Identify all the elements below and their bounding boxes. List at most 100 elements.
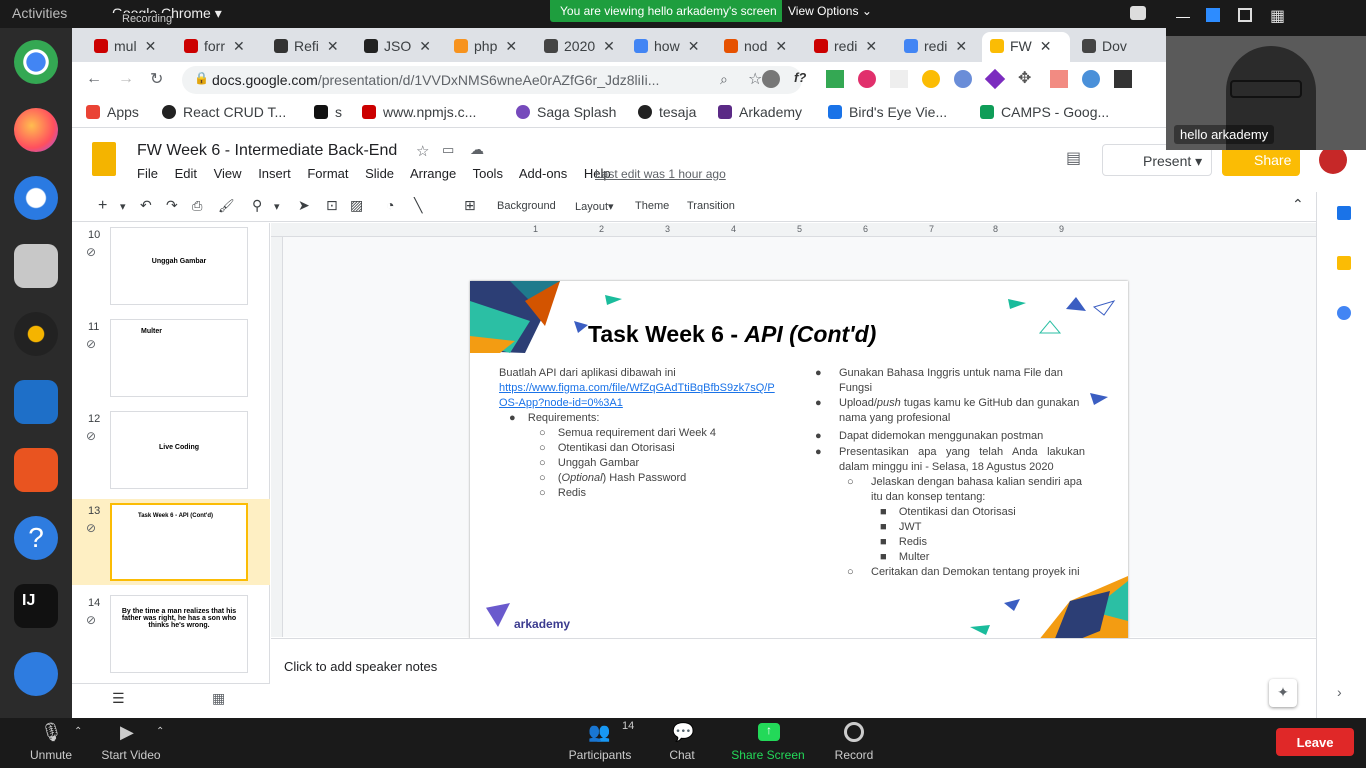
unmute-button[interactable]: 🎙 Unmute: [20, 718, 80, 768]
record-button[interactable]: Record: [828, 718, 880, 768]
software-icon[interactable]: [14, 448, 58, 492]
background-button[interactable]: Background: [497, 200, 556, 212]
menu-add-ons[interactable]: Add-ons: [519, 166, 567, 181]
menu-edit[interactable]: Edit: [175, 166, 197, 181]
chevron-up-icon[interactable]: ⌃: [74, 726, 82, 737]
menu-tools[interactable]: Tools: [473, 166, 503, 181]
close-icon[interactable]: ✕: [145, 38, 157, 54]
intellij-icon[interactable]: IJ: [14, 584, 58, 628]
calendar-icon[interactable]: [1337, 206, 1351, 220]
extension-icon[interactable]: [954, 70, 972, 88]
filmstrip-view-icon[interactable]: ☰: [112, 690, 125, 707]
bookmark-apps[interactable]: Apps: [86, 104, 139, 120]
menu-arrange[interactable]: Arrange: [410, 166, 456, 181]
slide-thumb-13[interactable]: Task Week 6 - API (Cont'd): [110, 503, 248, 581]
chevron-down-icon[interactable]: ▾: [120, 200, 126, 213]
close-icon[interactable]: ✕: [327, 38, 339, 54]
tasks-icon[interactable]: [1337, 306, 1351, 320]
select-icon[interactable]: ➤: [298, 197, 310, 214]
explore-icon[interactable]: ✦: [1269, 679, 1297, 707]
gallery-icon[interactable]: ▦: [1270, 6, 1285, 26]
tab-0[interactable]: mul ✕: [86, 32, 172, 62]
slide-thumb-11[interactable]: Multer: [110, 319, 248, 397]
chevron-right-icon[interactable]: ›: [1337, 684, 1342, 700]
chevron-down-icon[interactable]: ▾: [274, 200, 280, 213]
zoom-search-icon[interactable]: ⌕: [720, 71, 728, 88]
line-icon[interactable]: ╲: [414, 197, 422, 214]
chevron-up-icon[interactable]: ⌃: [156, 726, 164, 737]
slides-logo-icon[interactable]: [92, 142, 116, 176]
tab-4[interactable]: php ✕: [446, 32, 532, 62]
view-options-button[interactable]: View Options ⌄: [782, 0, 878, 22]
annotate-icon[interactable]: [14, 652, 58, 696]
bookmark-react-crud[interactable]: React CRUD T...: [162, 104, 286, 120]
close-icon[interactable]: ✕: [505, 38, 517, 54]
close-icon[interactable]: ✕: [955, 38, 967, 54]
close-icon[interactable]: ✕: [233, 38, 245, 54]
keep-icon[interactable]: [1337, 256, 1351, 270]
leave-button[interactable]: Leave: [1276, 728, 1354, 756]
bookmark-star-icon[interactable]: ☆: [748, 69, 762, 89]
tab-2[interactable]: Refi ✕: [266, 32, 352, 62]
minimize-icon[interactable]: —: [1176, 8, 1190, 24]
extension-icon[interactable]: [826, 70, 844, 88]
extension-icon[interactable]: [1050, 70, 1068, 88]
collapse-toolbar-icon[interactable]: ⌃: [1292, 196, 1304, 213]
address-bar[interactable]: docs.google.com/presentation/d/1VVDxNMS6…: [182, 66, 802, 94]
slide-thumb-10[interactable]: Unggah Gambar: [110, 227, 248, 305]
help-icon[interactable]: ?: [14, 516, 58, 560]
move-extension-icon[interactable]: ✥: [1018, 68, 1031, 88]
right-textbox[interactable]: ● Gunakan Bahasa Inggris untuk nama File …: [815, 366, 1085, 580]
textbox-icon[interactable]: ⊡: [326, 197, 338, 214]
shape-icon[interactable]: ◔: [386, 197, 394, 213]
participant-video[interactable]: hello arkademy: [1166, 36, 1366, 150]
bookmark-saga-splash[interactable]: Saga Splash: [516, 104, 616, 120]
slide-thumb-12[interactable]: Live Coding: [110, 411, 248, 489]
extension-icon[interactable]: [1114, 70, 1132, 88]
comments-icon[interactable]: ▤: [1066, 148, 1081, 168]
close-icon[interactable]: ✕: [865, 38, 877, 54]
last-edit-link[interactable]: Last edit was 1 hour ago: [595, 167, 726, 181]
redo-icon[interactable]: ↷: [166, 197, 178, 214]
add-comment-icon[interactable]: ⊞: [464, 197, 476, 214]
left-textbox[interactable]: Buatlah API dari aplikasi dibawah ini ht…: [499, 366, 779, 501]
menu-slide[interactable]: Slide: [365, 166, 394, 181]
bookmark-tesaja[interactable]: tesaja: [638, 104, 696, 120]
forward-icon[interactable]: →: [118, 70, 134, 88]
extension-icon[interactable]: [922, 70, 940, 88]
chat-button[interactable]: 💬 Chat: [660, 718, 704, 768]
activities-button[interactable]: Activities: [12, 5, 67, 21]
maximize-icon[interactable]: [1238, 8, 1252, 22]
cloud-status-icon[interactable]: ☁: [470, 141, 484, 158]
discord-icon[interactable]: [1130, 6, 1146, 20]
close-icon[interactable]: ✕: [688, 38, 700, 54]
tab-6[interactable]: how ✕: [626, 32, 712, 62]
speaker-view-icon[interactable]: [1206, 8, 1220, 22]
close-icon[interactable]: ✕: [775, 38, 787, 54]
new-slide-icon[interactable]: +: [98, 197, 107, 215]
slide-thumb-14[interactable]: By the time a man realizes that his fath…: [110, 595, 248, 673]
print-icon[interactable]: ⎙: [192, 198, 202, 214]
tab-9[interactable]: redi ✕: [896, 32, 982, 62]
avatar[interactable]: [1319, 146, 1347, 174]
lock-icon[interactable]: 🔒: [194, 71, 209, 85]
slide-title[interactable]: Task Week 6 - API (Cont'd): [588, 321, 876, 348]
paint-format-icon[interactable]: 🖌: [218, 198, 235, 214]
undo-icon[interactable]: ↶: [140, 197, 152, 214]
speaker-notes[interactable]: Click to add speaker notes ✦: [271, 638, 1316, 718]
participants-button[interactable]: 👥 14 Participants: [560, 718, 640, 768]
back-icon[interactable]: ←: [86, 70, 102, 88]
close-icon[interactable]: ✕: [1040, 38, 1052, 54]
image-icon[interactable]: ▨: [350, 197, 363, 214]
firefox-icon[interactable]: [14, 108, 58, 152]
doc-title[interactable]: FW Week 6 - Intermediate Back-End: [137, 142, 397, 160]
star-icon[interactable]: ☆: [416, 142, 429, 160]
extension-icon[interactable]: [858, 70, 876, 88]
menu-insert[interactable]: Insert: [258, 166, 291, 181]
files-icon[interactable]: [14, 244, 58, 288]
tab-8[interactable]: redi ✕: [806, 32, 892, 62]
bookmark-camps[interactable]: CAMPS - Goog...: [980, 104, 1109, 120]
tab-3[interactable]: JSO ✕: [356, 32, 442, 62]
share-screen-button[interactable]: ↑ Share Screen: [726, 718, 810, 768]
figma-link[interactable]: https://www.figma.com/file/WfZqGAdTtiBqB…: [499, 381, 779, 411]
